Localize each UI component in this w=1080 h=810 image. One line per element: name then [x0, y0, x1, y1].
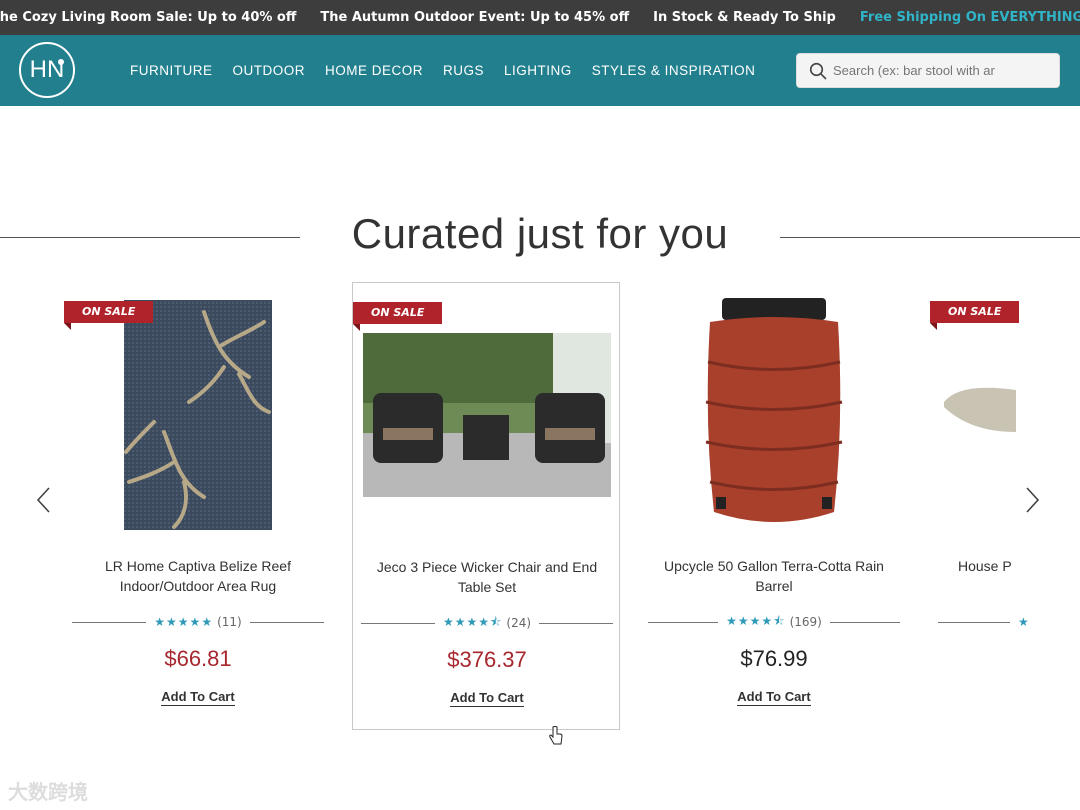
add-to-cart-button[interactable]: Add To Cart: [640, 686, 908, 706]
site-logo[interactable]: HN: [19, 42, 75, 98]
section-title: Curated just for you: [351, 210, 729, 257]
watermark: 大数跨境: [8, 780, 88, 804]
product-name[interactable]: Jeco 3 Piece Wicker Chair and End Table …: [367, 557, 607, 597]
add-to-cart-label[interactable]: Add To Cart: [161, 689, 235, 706]
product-name[interactable]: LR Home Captiva Belize Reef Indoor/Outdo…: [78, 556, 318, 596]
product-image-rain-barrel[interactable]: [640, 282, 908, 544]
promo-living-room-sale[interactable]: The Cozy Living Room Sale: Up to 40% off: [0, 10, 308, 25]
nav-item-lighting[interactable]: LIGHTING: [504, 63, 572, 78]
search-input[interactable]: [833, 63, 1013, 78]
product-rating: ★★★★⯪ (24): [353, 615, 621, 630]
search-box[interactable]: [796, 53, 1060, 88]
product-card[interactable]: ON SALE House P ★: [930, 282, 1080, 730]
on-sale-badge: ON SALE: [64, 301, 154, 330]
nav-item-furniture[interactable]: FURNITURE: [130, 63, 213, 78]
promo-bar: The Cozy Living Room Sale: Up to 40% off…: [0, 0, 1080, 35]
product-name[interactable]: House P: [958, 556, 1080, 576]
product-card[interactable]: ON SALE Jeco 3 Piece Wicker Chair and En…: [352, 282, 620, 730]
search-icon: [809, 62, 827, 79]
product-card[interactable]: Upcycle 50 Gallon Terra-Cotta Rain Barre…: [640, 282, 908, 730]
logo-dot: [58, 59, 64, 65]
rating-divider: [539, 622, 614, 624]
add-to-cart-button[interactable]: Add To Cart: [353, 687, 621, 707]
product-name[interactable]: Upcycle 50 Gallon Terra-Cotta Rain Barre…: [654, 556, 894, 596]
rating-divider: [829, 621, 900, 623]
nav-item-rugs[interactable]: RUGS: [443, 63, 484, 78]
nav-item-outdoor[interactable]: OUTDOOR: [233, 63, 306, 78]
add-to-cart-button[interactable]: Add To Cart: [64, 686, 332, 706]
chevron-left-icon: [36, 487, 50, 513]
promo-outdoor-event[interactable]: The Autumn Outdoor Event: Up to 45% off: [308, 10, 641, 25]
main-nav: HN FURNITURE OUTDOOR HOME DECOR RUGS LIG…: [0, 35, 1080, 106]
rating-divider: [249, 621, 324, 623]
add-to-cart-label[interactable]: Add To Cart: [450, 690, 524, 707]
hand-cursor-icon: [549, 726, 563, 745]
nav-item-styles-inspiration[interactable]: STYLES & INSPIRATION: [592, 63, 756, 78]
heading-rule-right: [780, 237, 1080, 238]
promo-free-shipping[interactable]: Free Shipping On EVERYTHING!: [848, 10, 1080, 25]
rating-divider: [361, 622, 435, 624]
promo-in-stock[interactable]: In Stock & Ready To Ship: [641, 10, 848, 25]
star-rating-icon: ★★★★⯪: [442, 614, 503, 629]
product-rating: ★★★★★ (11): [64, 615, 332, 629]
rating-divider: [648, 621, 719, 623]
star-rating-icon: ★: [1018, 615, 1030, 629]
review-count[interactable]: (24): [506, 616, 531, 630]
product-price: $76.99: [740, 646, 808, 671]
review-count[interactable]: (169): [790, 615, 822, 629]
rating-divider: [938, 621, 1010, 623]
carousel-prev-button[interactable]: [34, 486, 54, 514]
review-count[interactable]: (11): [217, 615, 242, 629]
nav-item-home-decor[interactable]: HOME DECOR: [325, 63, 423, 78]
add-to-cart-label[interactable]: Add To Cart: [737, 689, 811, 706]
product-rating: ★★★★⯪ (169): [640, 614, 908, 629]
on-sale-badge: ON SALE: [353, 302, 443, 331]
heading-rule-left: [0, 237, 300, 238]
product-price: $376.37: [447, 647, 527, 672]
product-card[interactable]: ON SALE LR Home Captiva Belize Reef Indo…: [64, 282, 332, 730]
product-price: $66.81: [164, 646, 232, 671]
star-rating-icon: ★★★★★: [154, 615, 214, 629]
rating-divider: [72, 621, 147, 623]
star-rating-icon: ★★★★⯪: [726, 613, 786, 628]
product-rating: ★: [930, 615, 1080, 629]
nav-menu: FURNITURE OUTDOOR HOME DECOR RUGS LIGHTI…: [120, 35, 765, 106]
on-sale-badge: ON SALE: [930, 301, 1020, 330]
